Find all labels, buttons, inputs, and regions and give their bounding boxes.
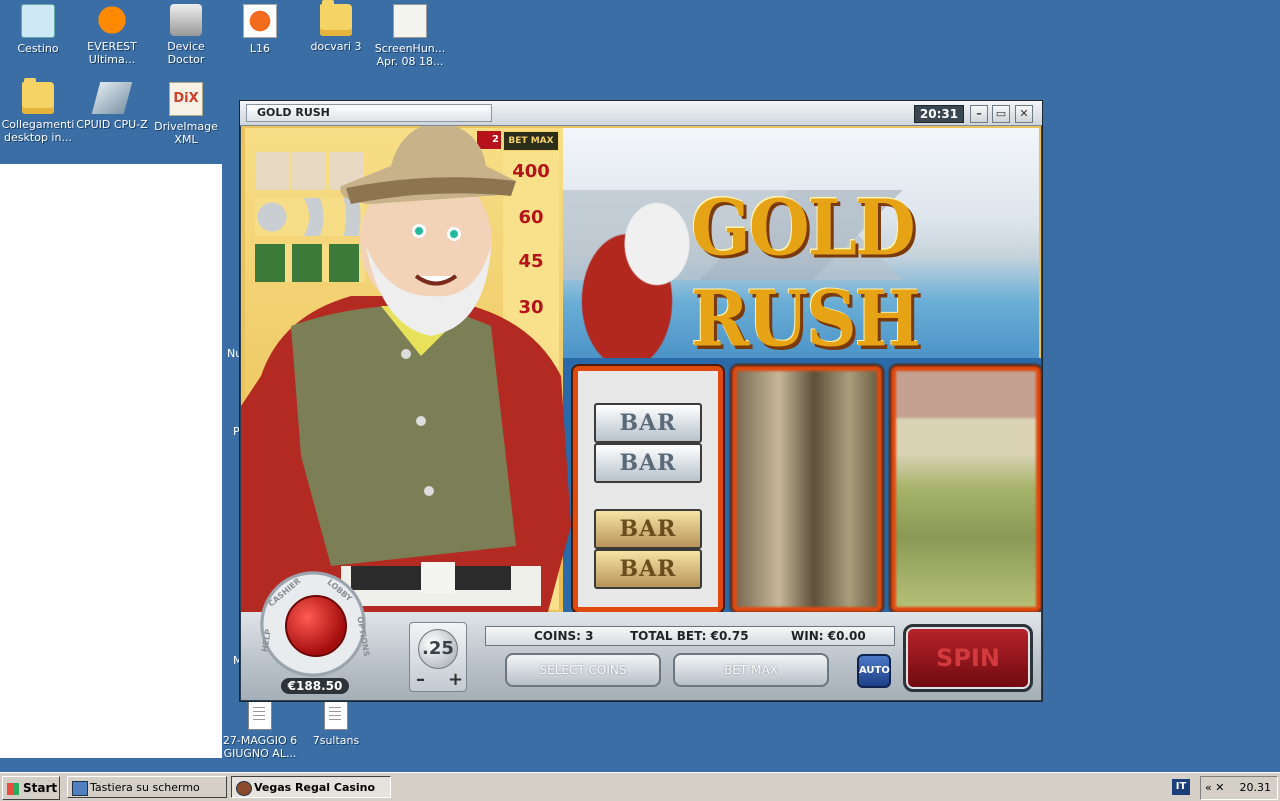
maximize-button[interactable]: ▭ <box>992 105 1010 123</box>
recycle-icon <box>21 4 55 38</box>
payout-value: 15 <box>515 342 541 363</box>
reel-3-spinning <box>891 366 1041 612</box>
tray-expand-icon[interactable]: « ✕ <box>1205 777 1224 799</box>
l16-file-icon[interactable]: L16 <box>222 4 298 55</box>
payout-value: 60 <box>518 207 544 228</box>
payout-value-mid: 30 <box>451 251 477 272</box>
gold-rush-window: GOLD RUSH 20:31 – ▭ ✕ BET MAX 2 400 60 4… <box>239 100 1043 702</box>
select-coins-button[interactable]: SELECT COINS <box>505 653 661 687</box>
folder-icon <box>320 0 352 36</box>
casino-icon <box>236 781 252 796</box>
title-bar[interactable]: GOLD RUSH 20:31 – ▭ ✕ <box>240 101 1042 126</box>
language-indicator[interactable]: IT <box>1172 779 1190 795</box>
maggio-doc-icon[interactable]: 27-MAGGIO 6 GIUGNO AL... <box>222 700 298 760</box>
bet-info-bar: COINS: 3 TOTAL BET: €0.75 WIN: €0.00 <box>485 626 895 646</box>
win-display: WIN: €0.00 <box>791 629 866 643</box>
game-area: BET MAX 2 400 60 45 30 15 9 30 GOLD RUSH… <box>241 126 1041 612</box>
collegamenti-folder-icon[interactable]: Collegamenti desktop in... <box>0 78 76 144</box>
start-button[interactable]: Start <box>2 776 60 800</box>
coins-display: COINS: 3 <box>534 629 594 643</box>
start-label: Start <box>23 781 58 795</box>
control-panel: CASHIER LOBBY HELP OPTIONS €188.50 .25 –… <box>241 568 1041 700</box>
info-icon <box>96 4 128 36</box>
jpg-file-icon <box>393 4 427 38</box>
taskbar-item-label: Tastiera su schermo <box>90 781 200 794</box>
recycle-bin-icon[interactable]: Cestino <box>0 4 76 55</box>
gold-pan-symbol-row <box>255 198 365 236</box>
keyboard-icon <box>72 781 88 796</box>
gold-rush-banner: GOLD RUSH <box>563 128 1039 364</box>
bar-symbol: BAR <box>594 549 702 589</box>
decrease-coin-button[interactable]: – <box>416 669 425 690</box>
taskbar-item-label: Vegas Regal Casino <box>254 781 376 794</box>
firefox-icon <box>243 4 277 38</box>
chip-icon <box>91 82 133 114</box>
document-icon <box>324 700 348 730</box>
screenhunter-file-icon[interactable]: ScreenHun... Apr. 08 18... <box>372 4 448 68</box>
payout-value: 400 <box>512 161 550 182</box>
paytable: BET MAX 2 400 60 45 30 15 9 30 <box>245 128 563 610</box>
dix-icon: DiX <box>169 82 203 116</box>
money-bag-symbol-row <box>255 244 365 282</box>
bet-max-button[interactable]: BET MAX <box>673 653 829 687</box>
bar-symbol: BAR <box>594 509 702 549</box>
total-bet-display: TOTAL BET: €0.75 <box>630 629 749 643</box>
bar-symbol: BAR <box>594 403 702 443</box>
gold-rush-logo: GOLD RUSH <box>691 181 921 365</box>
tray-clock[interactable]: 20.31 <box>1240 777 1272 799</box>
taskbar-item-vegas-regal[interactable]: Vegas Regal Casino <box>231 776 391 798</box>
coin-denomination-selector: .25 – + <box>409 622 467 692</box>
document-icon <box>248 700 272 730</box>
auto-button[interactable]: AUTO <box>857 654 891 688</box>
casino-chip-logo[interactable] <box>285 595 347 657</box>
driveimage-icon[interactable]: DiX DriveImage XML <box>148 82 224 146</box>
computer-icon <box>170 4 202 36</box>
minimize-button[interactable]: – <box>970 105 988 123</box>
coin-value: .25 <box>418 629 458 669</box>
increase-coin-button[interactable]: + <box>448 669 463 690</box>
spin-button[interactable]: SPIN <box>903 624 1033 692</box>
balance-display: €188.50 <box>281 678 349 694</box>
7sultans-doc-icon[interactable]: 7sultans <box>298 700 374 747</box>
taskbar: Start Tastiera su schermo Vegas Regal Ca… <box>0 772 1280 801</box>
payout-value: 30 <box>518 297 544 318</box>
device-doctor-icon[interactable]: Device Doctor <box>148 4 224 66</box>
reel-1: BAR BAR BAR BAR <box>573 366 723 612</box>
miner-symbol-row <box>255 152 365 190</box>
paytable-header-betmax: BET MAX <box>503 131 559 151</box>
payout-value: 9 <box>524 387 537 408</box>
bar-symbol: BAR <box>594 443 702 483</box>
paytable-header-partial: 2 <box>477 131 501 149</box>
reel-2-spinning <box>732 366 882 612</box>
cpuz-icon[interactable]: CPUID CPU-Z <box>74 82 150 131</box>
everest-icon[interactable]: EVEREST Ultima... <box>74 4 150 66</box>
windows-logo-icon <box>7 782 19 795</box>
blank-window-area <box>0 164 222 758</box>
docvari-folder-icon[interactable]: docvari 3 <box>298 0 374 53</box>
window-title: GOLD RUSH <box>246 104 492 122</box>
window-clock: 20:31 <box>914 105 964 123</box>
close-button[interactable]: ✕ <box>1015 105 1033 123</box>
taskbar-item-tastiera[interactable]: Tastiera su schermo <box>67 776 227 798</box>
payout-value: 45 <box>518 251 544 272</box>
system-tray: « ✕ 20.31 <box>1200 776 1278 800</box>
folder-icon <box>22 78 54 114</box>
